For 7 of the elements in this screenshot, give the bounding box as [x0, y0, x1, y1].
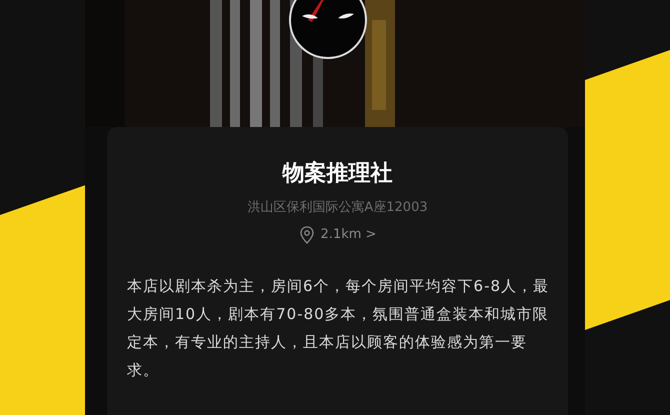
distance-link[interactable]: 2.1km > [298, 226, 376, 244]
store-address: 洪山区保利国际公寓A座12003 [247, 199, 428, 217]
distance-text: 2.1km > [320, 226, 376, 244]
location-pin-icon [298, 226, 315, 244]
store-name: 物案推理社 [282, 160, 392, 188]
store-description: 本店以剧本杀为主，房间6个，每个房间平均容下6-8人，最大房间10人，剧本有70-80多本，氛围普通盒装本和城市限定本，有专业的主持人，且本店以顾客的体验感为第一要求。 [127, 276, 550, 381]
logo-icon [288, 0, 368, 60]
